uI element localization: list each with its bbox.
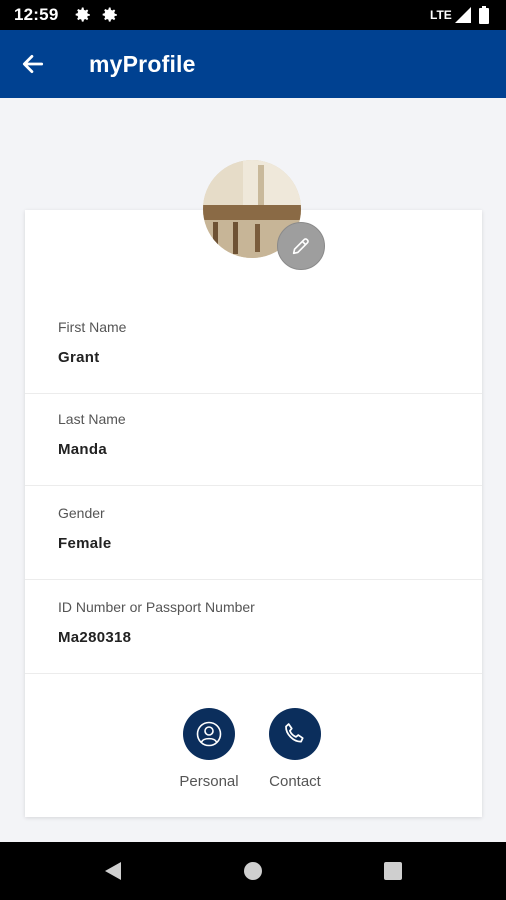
personal-button[interactable]: Personal (164, 708, 254, 790)
id-number-label: ID Number or Passport Number (58, 599, 255, 615)
gender-label: Gender (58, 505, 105, 521)
last-name-value: Manda (58, 441, 108, 458)
id-number-field: ID Number or Passport Number Ma280318 (25, 579, 482, 674)
settings-gear-icon (102, 7, 117, 22)
personal-label: Personal (179, 773, 239, 790)
contact-button[interactable]: Contact (250, 708, 340, 790)
person-icon (196, 721, 222, 747)
contact-button-circle[interactable] (269, 708, 321, 760)
last-name-field: Last Name Manda (25, 391, 482, 486)
nav-home-icon[interactable] (243, 861, 263, 881)
phone-icon (285, 723, 304, 743)
first-name-value: Grant (58, 349, 100, 366)
first-name-field: First Name Grant (25, 299, 482, 394)
first-name-label: First Name (58, 319, 127, 335)
gender-value: Female (58, 535, 112, 552)
status-bar: 12:59 LTE (0, 0, 506, 30)
gender-field: Gender Female (25, 485, 482, 580)
id-number-value: Ma280318 (58, 629, 132, 646)
contact-label: Contact (269, 773, 321, 790)
profile-avatar-section (203, 160, 325, 270)
pencil-icon (292, 238, 309, 255)
settings-gear-icon (75, 7, 90, 22)
page-title: myProfile (89, 51, 196, 77)
edit-photo-button[interactable] (277, 222, 325, 270)
nav-back-icon[interactable] (102, 860, 124, 882)
back-arrow-icon[interactable] (20, 51, 46, 77)
personal-button-circle[interactable] (183, 708, 235, 760)
profile-card: First Name Grant Last Name Manda Gender … (25, 210, 482, 817)
status-time: 12:59 (14, 5, 59, 24)
profile-actions: Personal Contact (25, 708, 482, 808)
last-name-label: Last Name (58, 411, 126, 427)
network-type: LTE (430, 8, 452, 22)
nav-recents-icon[interactable] (384, 862, 402, 880)
app-bar: myProfile (0, 30, 506, 98)
battery-icon (479, 6, 489, 24)
system-nav-bar (0, 842, 506, 900)
signal-icon (455, 7, 471, 23)
